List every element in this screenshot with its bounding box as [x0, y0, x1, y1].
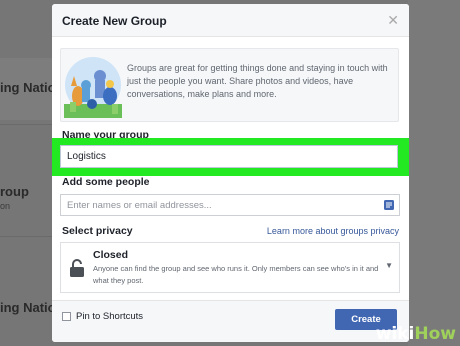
privacy-selector[interactable]: Closed Anyone can find the group and see… [60, 242, 400, 293]
dialog-footer: Pin to Shortcuts Create [52, 300, 409, 342]
add-people-label: Add some people [62, 176, 150, 188]
intro-panel: Groups are great for getting things done… [60, 48, 399, 122]
dialog-title: Create New Group [62, 14, 167, 28]
contact-list-icon[interactable] [383, 199, 395, 211]
wikihow-watermark: wikiHow [376, 324, 456, 344]
group-name-input[interactable]: Logistics [60, 145, 398, 168]
close-icon[interactable]: ✕ [387, 12, 399, 29]
create-group-dialog: Create New Group ✕ Groups are great for … [52, 4, 409, 342]
dialog-header: Create New Group ✕ [52, 4, 409, 37]
privacy-label: Select privacy [62, 225, 133, 237]
pin-to-shortcuts-label: Pin to Shortcuts [76, 311, 144, 322]
watermark-how: How [414, 324, 456, 344]
add-people-input[interactable]: Enter names or email addresses... [60, 194, 400, 216]
chevron-down-icon[interactable]: ▼ [385, 261, 393, 270]
background-row-sub: on [0, 201, 11, 211]
privacy-learn-more-link[interactable]: Learn more about groups privacy [267, 226, 399, 236]
pin-to-shortcuts-checkbox[interactable] [62, 312, 71, 321]
add-people-placeholder: Enter names or email addresses... [67, 200, 212, 211]
highlight-box: Logistics [52, 138, 409, 176]
privacy-option-description: Anyone can find the group and see who ru… [93, 264, 379, 285]
lock-icon [70, 259, 84, 277]
intro-text: Groups are great for getting things done… [127, 63, 388, 99]
privacy-option-title: Closed [93, 249, 129, 261]
background-row-title: roup [0, 184, 29, 199]
watermark-wiki: wiki [375, 324, 415, 344]
animals-illustration-icon [64, 57, 122, 118]
background-right-column [408, 0, 460, 346]
